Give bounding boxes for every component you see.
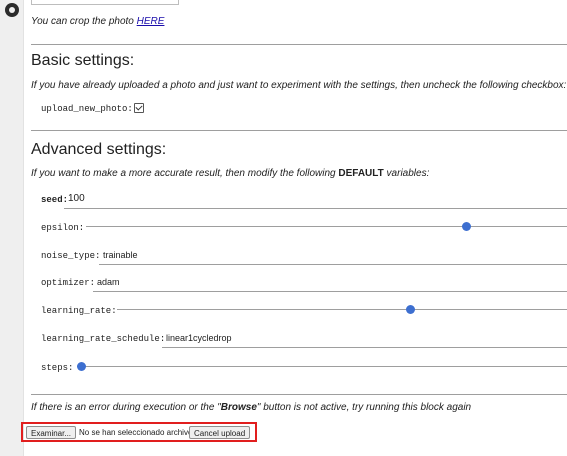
epsilon-row: epsilon: — [41, 220, 567, 240]
crop-hint-text: You can crop the photo — [31, 16, 134, 27]
noise-type-input[interactable]: trainable — [99, 248, 567, 265]
learning-rate-row: learning_rate: — [41, 303, 567, 323]
noise-type-label: noise_type: — [41, 251, 101, 261]
steps-slider-thumb[interactable] — [77, 362, 86, 371]
cell-gutter — [0, 0, 24, 456]
upload-new-photo-checkbox[interactable] — [134, 103, 144, 113]
error-note-pre: If there is an error during execution or… — [31, 402, 221, 413]
advanced-description-post: variables: — [386, 168, 430, 179]
previous-output-box — [31, 0, 179, 5]
advanced-description-pre: If you want to make a more accurate resu… — [31, 168, 336, 179]
cancel-upload-button[interactable]: Cancel upload — [189, 426, 251, 439]
learning-rate-schedule-row: learning_rate_schedule: linear1cycledrop — [41, 331, 567, 351]
epsilon-slider-thumb[interactable] — [461, 222, 471, 231]
no-file-text: No se han seleccionado archivos. — [79, 428, 199, 437]
seed-row: seed: 100 — [41, 192, 567, 212]
crop-link[interactable]: HERE — [137, 16, 165, 27]
upload-new-photo-label: upload_new_photo: — [41, 104, 133, 114]
advanced-settings-title: Advanced settings: — [31, 141, 167, 158]
optimizer-input[interactable]: adam — [93, 275, 567, 292]
run-cell-icon[interactable] — [5, 3, 19, 17]
learning-rate-slider[interactable] — [117, 305, 567, 314]
cell-output: You can crop the photo HERE Basic settin… — [21, 0, 567, 456]
noise-type-row: noise_type: trainable — [41, 248, 567, 268]
divider — [31, 130, 567, 131]
steps-label: steps: — [41, 363, 74, 373]
browse-button[interactable]: Examinar... — [26, 426, 77, 439]
steps-slider[interactable] — [77, 362, 567, 371]
learning-rate-slider-thumb[interactable] — [405, 305, 415, 314]
divider — [31, 44, 567, 45]
advanced-settings-description: If you want to make a more accurate resu… — [31, 168, 429, 179]
error-note: If there is an error during execution or… — [31, 402, 471, 413]
basic-settings-title: Basic settings: — [31, 52, 135, 69]
epsilon-slider[interactable] — [86, 222, 567, 231]
error-note-bold: Browse — [220, 402, 257, 413]
optimizer-label: optimizer: — [41, 278, 96, 288]
learning-rate-schedule-input[interactable]: linear1cycledrop — [162, 331, 567, 348]
upload-widget: Examinar... No se han seleccionado archi… — [21, 422, 257, 442]
epsilon-label: epsilon: — [41, 223, 85, 233]
basic-settings-description: If you have already uploaded a photo and… — [31, 80, 567, 91]
crop-hint: You can crop the photo HERE — [31, 16, 164, 27]
upload-new-photo-row: upload_new_photo: — [41, 101, 567, 121]
error-note-post: " button is not active, try running this… — [256, 402, 472, 413]
optimizer-row: optimizer: adam — [41, 275, 567, 295]
advanced-description-bold: DEFAULT — [338, 168, 384, 179]
learning-rate-schedule-label: learning_rate_schedule: — [41, 334, 166, 344]
seed-input[interactable]: 100 — [64, 192, 567, 209]
learning-rate-label: learning_rate: — [41, 306, 117, 316]
divider — [31, 394, 567, 395]
steps-row: steps: — [41, 360, 567, 380]
